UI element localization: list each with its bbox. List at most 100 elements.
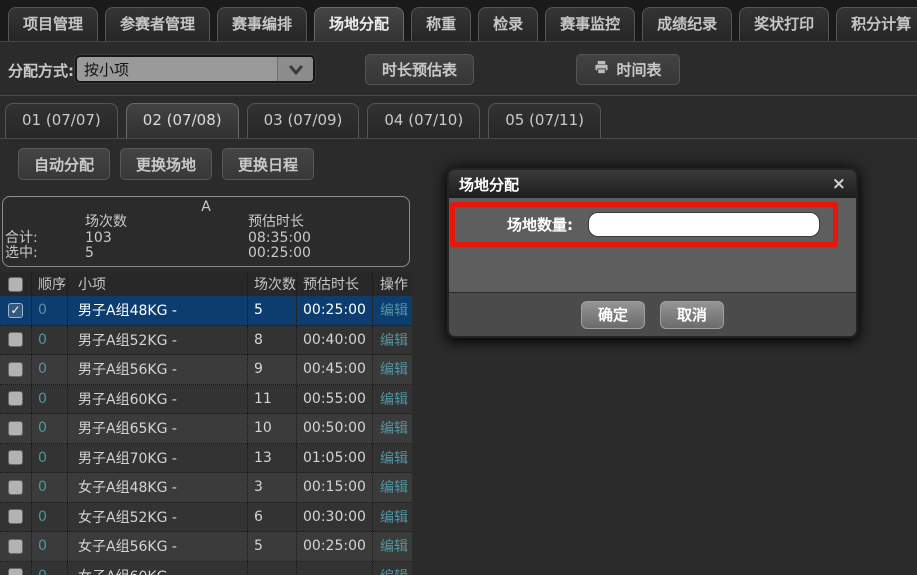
row-order: 0 <box>32 473 68 502</box>
row-matches <box>248 562 297 575</box>
assign-mode-value: 按小项 <box>77 59 277 80</box>
edit-link[interactable]: 编辑 <box>373 562 412 575</box>
row-checkbox[interactable] <box>8 332 23 347</box>
summary-col-duration: 预估时长 <box>214 215 409 231</box>
edit-link[interactable]: 编辑 <box>373 444 412 473</box>
table-row[interactable]: 0 女子A组52KG - 6 00:30:00 编辑 <box>0 503 412 533</box>
venue-count-input[interactable] <box>588 212 820 237</box>
app-tab[interactable]: 成绩纪录 <box>642 7 732 41</box>
table-row[interactable]: 0 男子A组70KG - 13 01:05:00 编辑 <box>0 444 412 474</box>
edit-link[interactable]: 编辑 <box>373 296 412 325</box>
assign-mode-label: 分配方式: <box>8 60 74 81</box>
edit-link[interactable]: 编辑 <box>373 503 412 532</box>
row-item-name: 男子A组56KG - <box>68 355 248 384</box>
table-row[interactable]: 0 男子A组60KG - 11 00:55:00 编辑 <box>0 385 412 415</box>
venue-name: A <box>3 199 409 215</box>
summary-selected-duration: 00:25:00 <box>214 246 409 262</box>
change-venue-button[interactable]: 更换场地 <box>120 148 212 180</box>
dialog-body: 场地数量: <box>449 198 856 292</box>
row-order: 0 <box>32 326 68 355</box>
date-tab[interactable]: 05 (07/11) <box>488 103 601 138</box>
ok-button[interactable]: 确定 <box>581 301 645 329</box>
header-duration: 预估时长 <box>297 272 373 296</box>
cancel-button[interactable]: 取消 <box>660 301 724 329</box>
app-tab-bar: 项目管理参赛者管理赛事编排场地分配称重检录赛事监控成绩纪录奖状打印积分计算成绩册 <box>0 0 917 41</box>
app-tab[interactable]: 场地分配 <box>314 7 404 41</box>
change-schedule-button[interactable]: 更换日程 <box>222 148 314 180</box>
date-tab[interactable]: 03 (07/09) <box>247 103 360 138</box>
table-row[interactable]: 0 男子A组52KG - 8 00:40:00 编辑 <box>0 326 412 356</box>
row-checkbox[interactable] <box>8 568 23 575</box>
table-row[interactable]: 0 男子A组56KG - 9 00:45:00 编辑 <box>0 355 412 385</box>
row-order: 0 <box>32 444 68 473</box>
row-checkbox[interactable] <box>8 391 23 406</box>
row-matches: 5 <box>248 296 297 325</box>
row-duration: 00:55:00 <box>297 385 373 414</box>
row-checkbox[interactable] <box>8 362 23 377</box>
header-order: 顺序 <box>32 272 68 296</box>
summary-total-matches: 103 <box>49 231 214 247</box>
row-item-name: 男子A组52KG - <box>68 326 248 355</box>
row-order: 0 <box>32 355 68 384</box>
app-tab[interactable]: 参赛者管理 <box>105 7 210 41</box>
table-row[interactable]: 0 女子A组56KG - 5 00:25:00 编辑 <box>0 532 412 562</box>
row-order: 0 <box>32 385 68 414</box>
timetable-button[interactable]: 时间表 <box>576 54 680 85</box>
annotation-highlight-box: 场地数量: <box>450 202 838 247</box>
row-duration: 00:15:00 <box>297 473 373 502</box>
row-item-name: 男子A组48KG - <box>68 296 248 325</box>
app-tab[interactable]: 称重 <box>411 7 471 41</box>
edit-link[interactable]: 编辑 <box>373 326 412 355</box>
edit-link[interactable]: 编辑 <box>373 473 412 502</box>
row-order: 0 <box>32 562 68 575</box>
summary-grid: 场次数 预估时长 合计: 103 08:35:00 选中: 5 00:25:00 <box>3 215 409 262</box>
table-row[interactable]: 0 女子A组48KG - 3 00:15:00 编辑 <box>0 473 412 503</box>
edit-link[interactable]: 编辑 <box>373 385 412 414</box>
assign-mode-select[interactable]: 按小项 <box>75 55 315 83</box>
row-item-name: 男子A组65KG - <box>68 414 248 443</box>
row-matches: 3 <box>248 473 297 502</box>
edit-link[interactable]: 编辑 <box>373 414 412 443</box>
app-tab[interactable]: 项目管理 <box>8 7 98 41</box>
row-order: 0 <box>32 503 68 532</box>
table-row[interactable]: 0 女子A组60KG - 编辑 <box>0 562 412 575</box>
row-checkbox[interactable] <box>8 539 23 554</box>
app-tab[interactable]: 赛事监控 <box>545 7 635 41</box>
row-checkbox[interactable] <box>8 480 23 495</box>
app-tab[interactable]: 赛事编排 <box>217 7 307 41</box>
app-tab[interactable]: 积分计算 <box>836 7 917 41</box>
app-tab[interactable]: 奖状打印 <box>739 7 829 41</box>
row-item-name: 女子A组56KG - <box>68 532 248 561</box>
table-row[interactable]: 0 男子A组65KG - 10 00:50:00 编辑 <box>0 414 412 444</box>
row-order: 0 <box>32 532 68 561</box>
duration-estimate-button[interactable]: 时长预估表 <box>365 54 474 85</box>
app-tab[interactable]: 检录 <box>478 7 538 41</box>
date-tab[interactable]: 02 (07/08) <box>126 103 239 138</box>
auto-assign-button[interactable]: 自动分配 <box>18 148 110 180</box>
row-checkbox[interactable] <box>8 421 23 436</box>
select-all-checkbox[interactable] <box>8 277 23 292</box>
date-tab[interactable]: 04 (07/10) <box>367 103 480 138</box>
date-tab[interactable]: 01 (07/07) <box>5 103 118 138</box>
dropdown-button[interactable] <box>277 57 313 81</box>
row-item-name: 女子A组48KG - <box>68 473 248 502</box>
row-matches: 9 <box>248 355 297 384</box>
table-body: ✓ 0 男子A组48KG - 5 00:25:00 编辑 0 男子A组52KG … <box>0 296 412 575</box>
row-checkbox[interactable] <box>8 450 23 465</box>
row-checkbox[interactable] <box>8 509 23 524</box>
row-matches: 11 <box>248 385 297 414</box>
edit-link[interactable]: 编辑 <box>373 532 412 561</box>
row-duration: 00:50:00 <box>297 414 373 443</box>
summary-selected-label: 选中: <box>3 246 49 262</box>
close-icon[interactable]: × <box>832 176 846 193</box>
dialog-title-bar[interactable]: 场地分配 × <box>449 170 856 198</box>
row-duration: 00:25:00 <box>297 296 373 325</box>
dialog-footer: 确定 取消 <box>449 292 856 336</box>
row-matches: 5 <box>248 532 297 561</box>
table-row[interactable]: ✓ 0 男子A组48KG - 5 00:25:00 编辑 <box>0 296 412 326</box>
chevron-down-icon <box>289 60 303 79</box>
row-checkbox[interactable]: ✓ <box>8 303 23 318</box>
venue-summary-panel: A 场次数 预估时长 合计: 103 08:35:00 选中: 5 00:25:… <box>2 196 410 267</box>
edit-link[interactable]: 编辑 <box>373 355 412 384</box>
events-table: 顺序 小项 场次数 预估时长 操作 ✓ 0 男子A组48KG - 5 00:25… <box>0 272 412 575</box>
